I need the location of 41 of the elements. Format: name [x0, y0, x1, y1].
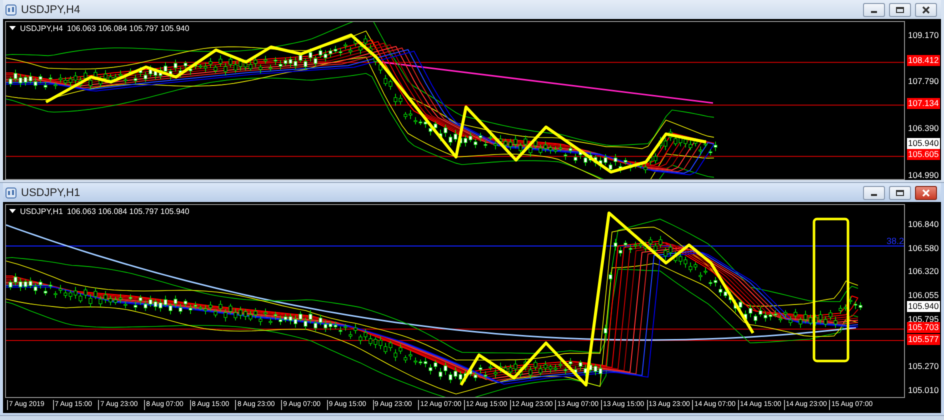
- window-title: USDJPY,H4: [21, 4, 80, 16]
- chart-window-icon: [5, 4, 17, 16]
- close-button[interactable]: [915, 186, 937, 200]
- chart-symbol: USDJPY,H4: [20, 24, 63, 33]
- restore-icon: [895, 188, 905, 198]
- restore-icon: [895, 4, 905, 14]
- close-icon: [921, 188, 931, 198]
- chart-symbol: USDJPY,H1: [20, 207, 63, 216]
- price-axis-label: 105.795: [907, 314, 940, 324]
- chart-window-icon: [5, 186, 17, 198]
- price-axis-label: 106.320: [907, 266, 940, 278]
- price-axis-label: 107.134: [907, 98, 940, 110]
- price-axis-label: 108.412: [907, 55, 940, 66]
- minimize-icon: [871, 194, 877, 196]
- fibonacci-level-label: 38.2: [886, 236, 904, 246]
- close-button[interactable]: [915, 2, 937, 16]
- price-axis-label: 105.577: [907, 334, 940, 345]
- window-title: USDJPY,H1: [21, 186, 80, 198]
- price-axis-label: 106.055: [907, 290, 940, 302]
- chart-quote: 106.063 106.084 105.797 105.940: [66, 207, 190, 216]
- price-axis-label: 105.605: [907, 149, 940, 160]
- price-axis-label: 109.170: [907, 30, 940, 41]
- price-axis-label: 105.940: [907, 300, 940, 312]
- price-axis-label: 105.703: [907, 322, 940, 334]
- price-axis-label: 106.390: [907, 123, 940, 134]
- price-axis-label: 106.840: [907, 219, 940, 230]
- price-axis-label: 105.270: [907, 361, 940, 372]
- minimize-button[interactable]: [863, 186, 885, 200]
- chart-quote: 106.063 106.084 105.797 105.940: [66, 24, 190, 33]
- price-axis-label: 107.790: [907, 76, 940, 88]
- close-icon: [921, 4, 931, 14]
- price-axis-label: 105.940: [907, 138, 940, 150]
- minimize-icon: [871, 11, 877, 13]
- restore-button[interactable]: [889, 2, 911, 16]
- price-axis-label: 105.010: [907, 384, 940, 396]
- dropdown-triangle-icon[interactable]: [9, 209, 16, 214]
- price-axis-label: 106.580: [907, 242, 940, 254]
- price-axis-label: 104.990: [907, 170, 940, 181]
- dropdown-triangle-icon[interactable]: [9, 26, 16, 31]
- minimize-button[interactable]: [863, 2, 885, 16]
- restore-button[interactable]: [889, 186, 911, 200]
